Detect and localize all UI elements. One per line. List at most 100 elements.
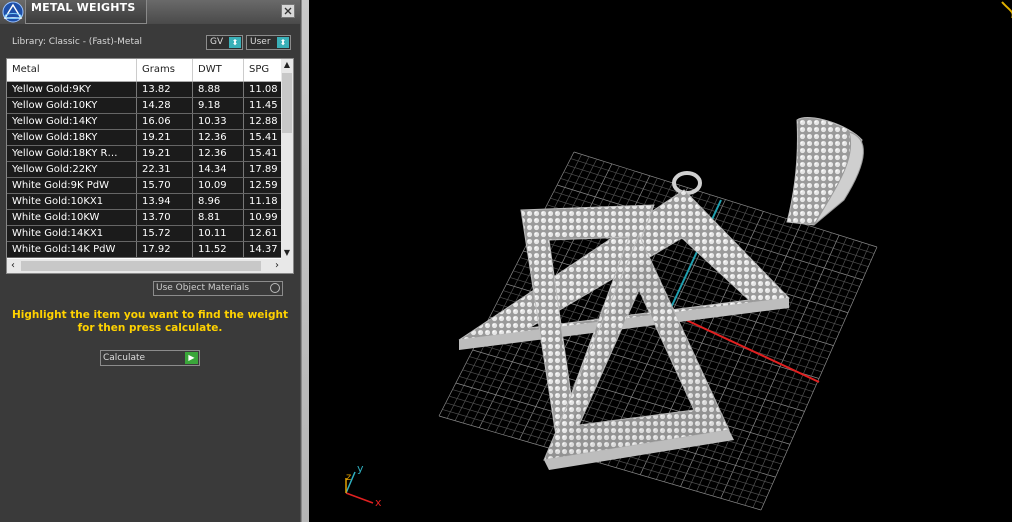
spg-cell: 12.61 <box>244 226 283 241</box>
dwt-cell: 8.96 <box>193 194 244 209</box>
grams-cell: 13.94 <box>137 194 193 209</box>
grams-cell: 17.92 <box>137 242 193 257</box>
jump-ring <box>672 171 702 195</box>
table-row[interactable]: Yellow Gold:18KY 19.21 12.36 15.41 <box>7 130 283 146</box>
grams-cell: 13.82 <box>137 82 193 97</box>
user-select[interactable]: User ⬍ <box>246 35 291 50</box>
metal-name-cell: White Gold:9K PdW <box>7 178 137 193</box>
radio-icon[interactable] <box>270 283 280 293</box>
scroll-down-icon[interactable]: ▼ <box>281 247 293 259</box>
dwt-cell: 10.11 <box>193 226 244 241</box>
axis-x-label: x <box>375 496 382 509</box>
panel-titlebar: METAL WEIGHTS <box>0 0 300 24</box>
scroll-corner <box>281 259 293 273</box>
table-row[interactable]: White Gold:10KW 13.70 8.81 10.99 <box>7 210 283 226</box>
metal-name-cell: White Gold:14KX1 <box>7 226 137 241</box>
gv-select[interactable]: GV ⬍ <box>206 35 243 50</box>
gv-select-label: GV <box>210 37 224 47</box>
column-header-dwt[interactable]: DWT <box>193 59 244 81</box>
close-button[interactable] <box>281 4 295 18</box>
metal-name-cell: Yellow Gold:14KY <box>7 114 137 129</box>
grams-cell: 19.21 <box>137 146 193 161</box>
spg-cell: 17.89 <box>244 162 283 177</box>
grams-cell: 16.06 <box>137 114 193 129</box>
table-row[interactable]: White Gold:14KX1 15.72 10.11 12.61 <box>7 226 283 242</box>
use-object-materials-label: Use Object Materials <box>156 283 250 293</box>
table-row[interactable]: Yellow Gold:14KY 16.06 10.33 12.88 <box>7 114 283 130</box>
grams-cell: 22.31 <box>137 162 193 177</box>
viewport-canvas[interactable]: x y z <box>309 0 1012 522</box>
dwt-cell: 12.36 <box>193 130 244 145</box>
table-row[interactable]: Yellow Gold:18KY R… 19.21 12.36 15.41 <box>7 146 283 162</box>
library-label: Library: Classic - (Fast)-Metal <box>12 37 143 47</box>
column-header-grams[interactable]: Grams <box>137 59 193 81</box>
spg-cell: 10.99 <box>244 210 283 225</box>
app-logo-icon <box>2 1 24 23</box>
dwt-cell: 8.88 <box>193 82 244 97</box>
metal-name-cell: Yellow Gold:10KY <box>7 98 137 113</box>
dwt-cell: 11.52 <box>193 242 244 257</box>
table-row[interactable]: Yellow Gold:10KY 14.28 9.18 11.45 <box>7 98 283 114</box>
scroll-thumb[interactable] <box>282 73 292 133</box>
spg-cell: 12.88 <box>244 114 283 129</box>
axis-z-label: z <box>346 472 351 483</box>
spg-cell: 11.45 <box>244 98 283 113</box>
panel-title: METAL WEIGHTS <box>25 0 147 24</box>
spg-cell: 15.41 <box>244 146 283 161</box>
table-body: Yellow Gold:9KY 13.82 8.88 11.08 Yellow Gold… <box>7 82 283 258</box>
grams-cell: 14.28 <box>137 98 193 113</box>
metal-name-cell: White Gold:14K PdW <box>7 242 137 257</box>
dwt-cell: 9.18 <box>193 98 244 113</box>
dwt-cell: 10.33 <box>193 114 244 129</box>
dwt-cell: 14.34 <box>193 162 244 177</box>
table-row[interactable]: White Gold:14K PdW 17.92 11.52 14.37 <box>7 242 283 258</box>
metal-name-cell: White Gold:10KX1 <box>7 194 137 209</box>
3d-viewport[interactable]: x y z <box>309 0 1012 522</box>
dropdown-arrow-icon: ⬍ <box>229 37 241 48</box>
table-header: Metal Grams DWT SPG <box>7 59 283 82</box>
grams-cell: 15.72 <box>137 226 193 241</box>
table-row[interactable]: White Gold:9K PdW 15.70 10.09 12.59 <box>7 178 283 194</box>
dropdown-arrow-icon: ⬍ <box>277 37 289 48</box>
metal-name-cell: Yellow Gold:22KY <box>7 162 137 177</box>
spg-cell: 11.08 <box>244 82 283 97</box>
use-object-materials-toggle[interactable]: Use Object Materials <box>153 281 283 296</box>
metal-name-cell: White Gold:10KW <box>7 210 137 225</box>
dwt-cell: 10.09 <box>193 178 244 193</box>
scroll-thumb[interactable] <box>21 261 261 271</box>
play-arrow-icon: ▶ <box>185 352 198 364</box>
calculate-button[interactable]: Calculate ▶ <box>100 350 200 366</box>
star-of-david-model <box>458 189 791 470</box>
grams-cell: 13.70 <box>137 210 193 225</box>
metal-name-cell: Yellow Gold:9KY <box>7 82 137 97</box>
spg-cell: 14.37 <box>244 242 283 257</box>
spg-cell: 12.59 <box>244 178 283 193</box>
calculate-label: Calculate <box>103 353 146 363</box>
metal-name-cell: Yellow Gold:18KY <box>7 130 137 145</box>
metal-weights-panel: METAL WEIGHTS Library: Classic - (Fast)-… <box>0 0 301 522</box>
grams-cell: 19.21 <box>137 130 193 145</box>
scroll-left-icon[interactable]: ‹ <box>7 259 19 273</box>
dwt-cell: 8.81 <box>193 210 244 225</box>
axis-gizmo: x y z <box>345 462 382 509</box>
table-row[interactable]: Yellow Gold:22KY 22.31 14.34 17.89 <box>7 162 283 178</box>
user-select-label: User <box>250 37 271 47</box>
metal-name-cell: Yellow Gold:18KY R… <box>7 146 137 161</box>
scroll-up-icon[interactable]: ▲ <box>281 59 293 71</box>
column-header-spg[interactable]: SPG <box>244 59 283 81</box>
corner-logo-icon <box>1001 1 1012 18</box>
column-header-metal[interactable]: Metal <box>7 59 137 81</box>
spg-cell: 15.41 <box>244 130 283 145</box>
close-icon <box>284 7 292 15</box>
vertical-scrollbar[interactable]: ▲ ▼ <box>281 59 293 259</box>
dwt-cell: 12.36 <box>193 146 244 161</box>
grams-cell: 15.70 <box>137 178 193 193</box>
pendant-bail <box>786 117 864 226</box>
table-row[interactable]: Yellow Gold:9KY 13.82 8.88 11.08 <box>7 82 283 98</box>
spg-cell: 11.18 <box>244 194 283 209</box>
instruction-text: Highlight the item you want to find the … <box>12 309 288 334</box>
table-row[interactable]: White Gold:10KX1 13.94 8.96 11.18 <box>7 194 283 210</box>
metal-weights-table: Metal Grams DWT SPG Yellow Gold:9KY 13.82… <box>6 58 294 274</box>
axis-y-label: y <box>357 462 364 475</box>
horizontal-scrollbar[interactable]: ‹ › <box>7 259 283 273</box>
